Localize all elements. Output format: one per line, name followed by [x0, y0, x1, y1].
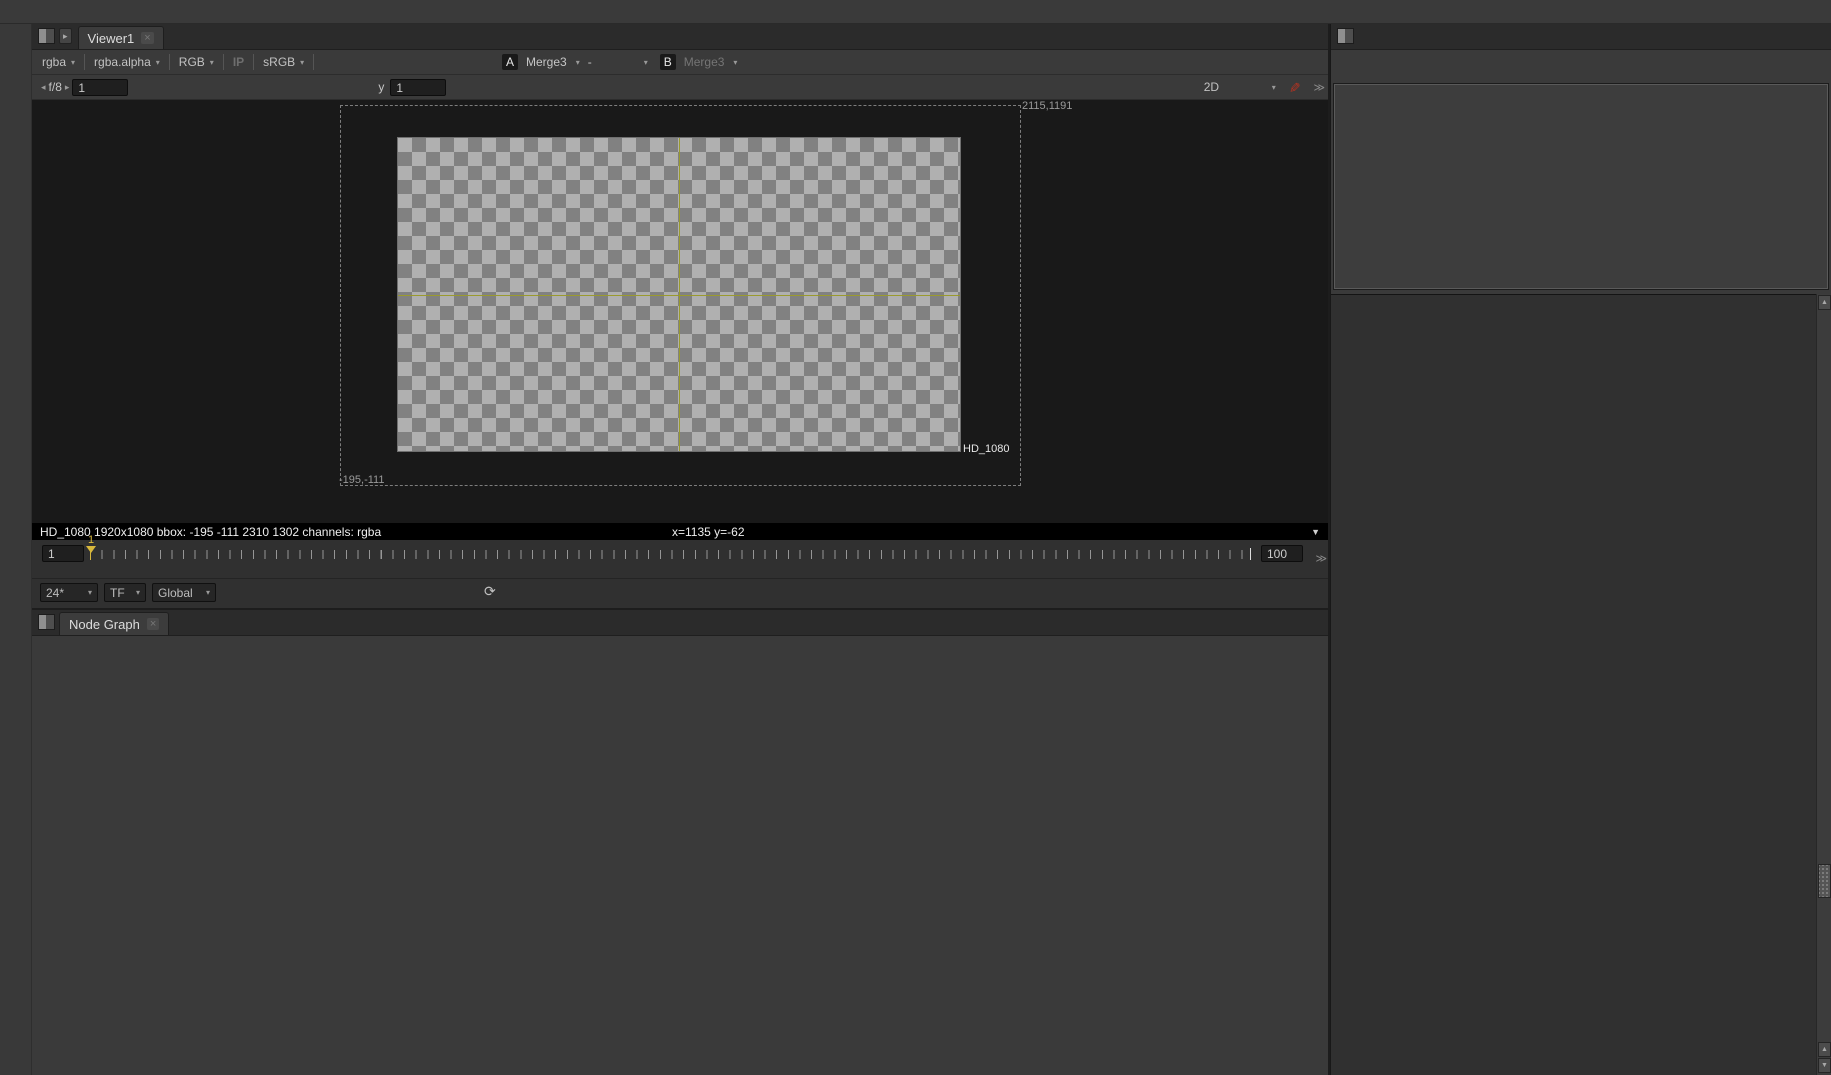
input-a-select[interactable]: Merge3▾: [522, 54, 584, 70]
viewer-image[interactable]: [397, 137, 961, 452]
viewer-process-select[interactable]: sRGB▾: [259, 54, 308, 70]
viewer-toolbar-row1: rgba▾ rgba.alpha▾ RGB▾ IP sRGB▾ A Merge3…: [32, 50, 1328, 75]
view-mode-select[interactable]: 2D▾: [1200, 79, 1280, 95]
range-end-marker: [1250, 548, 1251, 560]
bbox-corner-label: 2115,1191: [1022, 100, 1072, 112]
input-process-toggle[interactable]: IP: [229, 54, 248, 70]
node-graph-canvas[interactable]: [32, 636, 1328, 1073]
nodes-toolbar: [0, 24, 32, 1075]
timeline-chevron-icon[interactable]: ≫: [1315, 552, 1324, 565]
gamma-input[interactable]: 1: [390, 79, 446, 96]
alpha-channel-select[interactable]: rgba.alpha▾: [90, 54, 164, 70]
fstop-prev-icon[interactable]: ◂: [41, 82, 46, 93]
gamma-label: y: [378, 80, 384, 94]
scrollbar-thumb[interactable]: [1818, 864, 1831, 898]
scroll-up-icon[interactable]: ▲: [1818, 1042, 1831, 1057]
chevron-down-icon: ▾: [1272, 83, 1276, 92]
ab-mix-select[interactable]: -▾: [584, 54, 652, 70]
pane-expand-icon[interactable]: ▸: [59, 28, 72, 44]
chevron-down-icon: ▾: [644, 58, 648, 67]
right-panel-tab-bar: [1331, 24, 1831, 50]
playhead[interactable]: [86, 546, 96, 553]
close-icon[interactable]: ×: [141, 32, 153, 44]
viewer-info-bar: HD_1080 1920x1080 bbox: -195 -111 2310 1…: [32, 523, 1328, 540]
gain-input[interactable]: 1: [72, 79, 128, 96]
pane-layout-icon[interactable]: [1337, 28, 1354, 44]
tab-node-graph[interactable]: Node Graph ×: [59, 612, 169, 635]
scroll-up-icon[interactable]: ▲: [1818, 295, 1831, 310]
range-start-input[interactable]: 1: [42, 545, 84, 562]
viewer-pane: ▸ Viewer1 × rgba▾ rgba.alpha▾ RGB▾ IP sR…: [32, 24, 1330, 608]
input-b-label: B: [660, 54, 676, 70]
chevron-down-icon: ▾: [300, 58, 304, 67]
info-dropdown-icon[interactable]: ▼: [1311, 527, 1320, 537]
fstop-label: f/8: [49, 80, 62, 94]
range-end-input[interactable]: 100: [1261, 545, 1303, 562]
input-b-select[interactable]: Merge3▾: [680, 54, 742, 70]
scroll-down-icon[interactable]: ▼: [1818, 1058, 1831, 1073]
toolbar-chevron-icon[interactable]: ≫: [1313, 81, 1322, 94]
gamma-slider[interactable]: [454, 76, 588, 98]
script-editor-input[interactable]: [1331, 294, 1831, 1075]
fps-select[interactable]: 24*▾: [40, 583, 98, 602]
tab-viewer1[interactable]: Viewer1 ×: [78, 26, 164, 49]
channels-select[interactable]: rgba▾: [38, 54, 79, 70]
playback-loop-icon[interactable]: ⟳: [484, 583, 496, 600]
display-channels-select[interactable]: RGB▾: [175, 54, 218, 70]
viewer-tab-bar: ▸ Viewer1 ×: [32, 24, 1328, 50]
viewer-viewport[interactable]: 2115,1191 -195,-111 HD_1080: [32, 100, 1328, 523]
chevron-down-icon: ▾: [210, 58, 214, 67]
chevron-down-icon: ▾: [206, 588, 210, 597]
timeline: 1 1 100 ≫: [32, 540, 1328, 579]
transport-controls: 24*▾ TF▾ Global▾ ⟳: [32, 579, 1328, 608]
frame-range-select[interactable]: Global▾: [152, 583, 216, 602]
node-graph-pane: Node Graph ×: [32, 608, 1330, 1075]
crosshair-horizontal: [398, 295, 960, 296]
ruler-ticks: [90, 550, 1253, 559]
fstop-next-icon[interactable]: ▸: [65, 82, 70, 93]
playhead-line: [90, 546, 91, 560]
menu-bar: [0, 0, 1831, 24]
format-label: HD_1080: [963, 443, 1009, 455]
bbox-corner-label: -195,-111: [339, 474, 384, 486]
right-panel: ▲ ▲ ▼: [1330, 24, 1831, 1075]
tab-node-graph-label: Node Graph: [69, 617, 140, 632]
script-editor-toolbar: [1331, 50, 1831, 82]
gain-slider[interactable]: [136, 76, 364, 98]
chevron-down-icon: ▾: [576, 58, 580, 67]
code-scrollbar[interactable]: ▲ ▲ ▼: [1816, 294, 1831, 1075]
script-editor-output[interactable]: [1334, 84, 1828, 289]
playhead-frame-label: 1: [88, 534, 94, 546]
chevron-down-icon: ▾: [136, 588, 140, 597]
timeline-ruler[interactable]: 1: [90, 542, 1253, 575]
close-icon[interactable]: ×: [147, 618, 159, 630]
node-graph-tab-bar: Node Graph ×: [32, 610, 1328, 636]
input-a-label: A: [502, 54, 518, 70]
viewer-toolbar-row2: ◂ f/8 ▸ 1 y 1 2D▾ ✎ ≫: [32, 75, 1328, 100]
pane-layout-icon[interactable]: [38, 614, 55, 630]
cursor-position-text: x=1135 y=-62: [672, 525, 745, 539]
tab-viewer1-label: Viewer1: [88, 31, 135, 46]
timeline-mode-select[interactable]: TF▾: [104, 583, 146, 602]
chevron-down-icon: ▾: [88, 588, 92, 597]
pane-layout-icon[interactable]: [38, 28, 55, 44]
chevron-down-icon: ▾: [733, 58, 737, 67]
annotate-brush-icon[interactable]: ✎: [1285, 81, 1302, 93]
chevron-down-icon: ▾: [156, 58, 160, 67]
chevron-down-icon: ▾: [71, 58, 75, 67]
